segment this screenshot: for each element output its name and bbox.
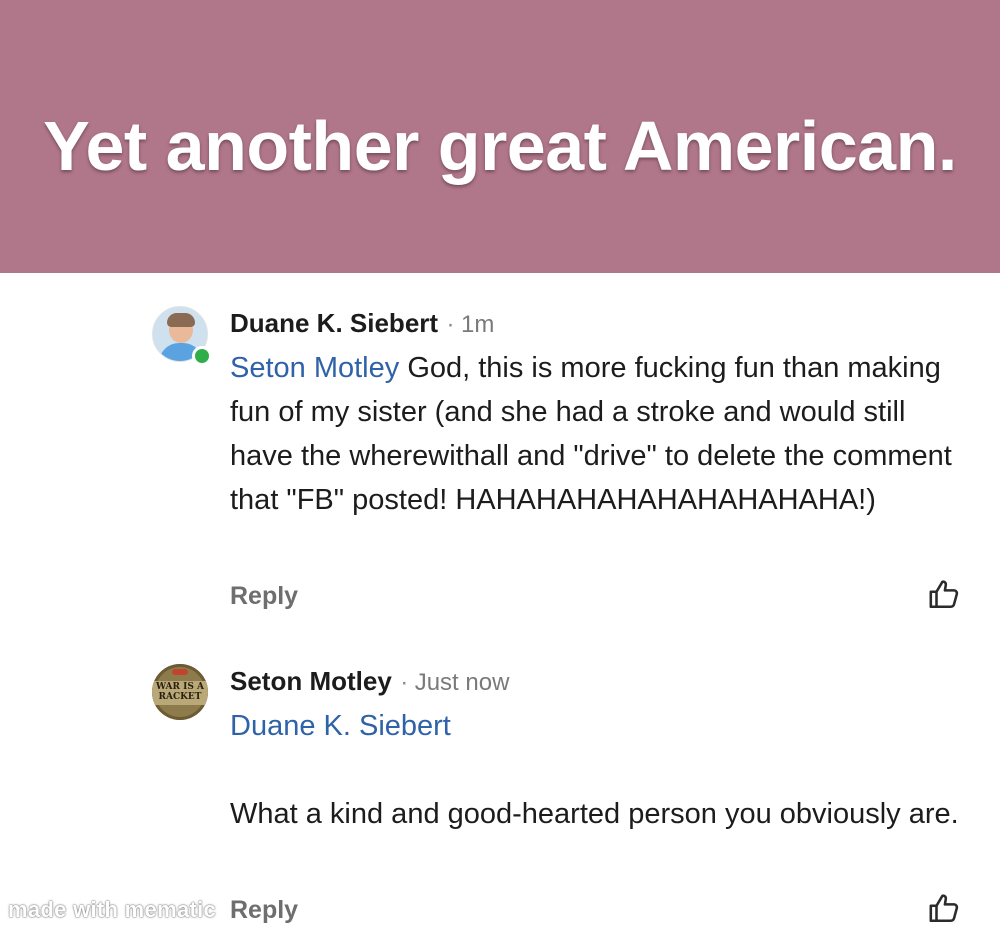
meta-separator: · [446,311,455,338]
reply-button[interactable]: Reply [230,580,298,612]
reply-button[interactable]: Reply [230,894,298,926]
banner-title: Yet another great American. [43,107,957,185]
thumbs-up-icon[interactable] [926,576,962,612]
comment-text-body: What a kind and good-hearted person you … [230,798,959,830]
avatar-cover-text: WAR IS A RACKET [156,682,204,702]
meta-separator: · [400,669,409,696]
comment-meta: Seton Motley · Just now [230,664,970,698]
comment-actions: Reply [230,576,970,616]
mention-link[interactable]: Duane K. Siebert [230,710,451,742]
online-status-dot [192,346,212,366]
comment-timestamp: 1m [460,311,495,338]
mention-link[interactable]: Seton Motley [230,352,399,384]
comment-text: Seton Motley God, this is more fucking f… [230,346,970,522]
comment-body: Seton Motley · Just now Duane K. Siebert… [230,664,970,836]
watermark: made with mematic [8,897,217,922]
comment-timestamp: Just now [414,669,510,696]
comment-author[interactable]: Duane K. Siebert [230,308,438,338]
banner: Yet another great American. [0,0,1000,273]
comment-meta: Duane K. Siebert · 1m [230,306,970,340]
comment-body: Duane K. Siebert · 1m Seton Motley God, … [230,306,970,522]
comment-text: Duane K. Siebert What a kind and good-hea… [230,704,970,836]
comment-actions: Reply [230,890,970,930]
avatar-hair [167,313,195,327]
comment-author[interactable]: Seton Motley [230,666,392,696]
thumbs-up-icon[interactable] [926,890,962,926]
avatar[interactable]: WAR IS A RACKET [152,664,208,720]
avatar-cover-accent [172,669,188,675]
